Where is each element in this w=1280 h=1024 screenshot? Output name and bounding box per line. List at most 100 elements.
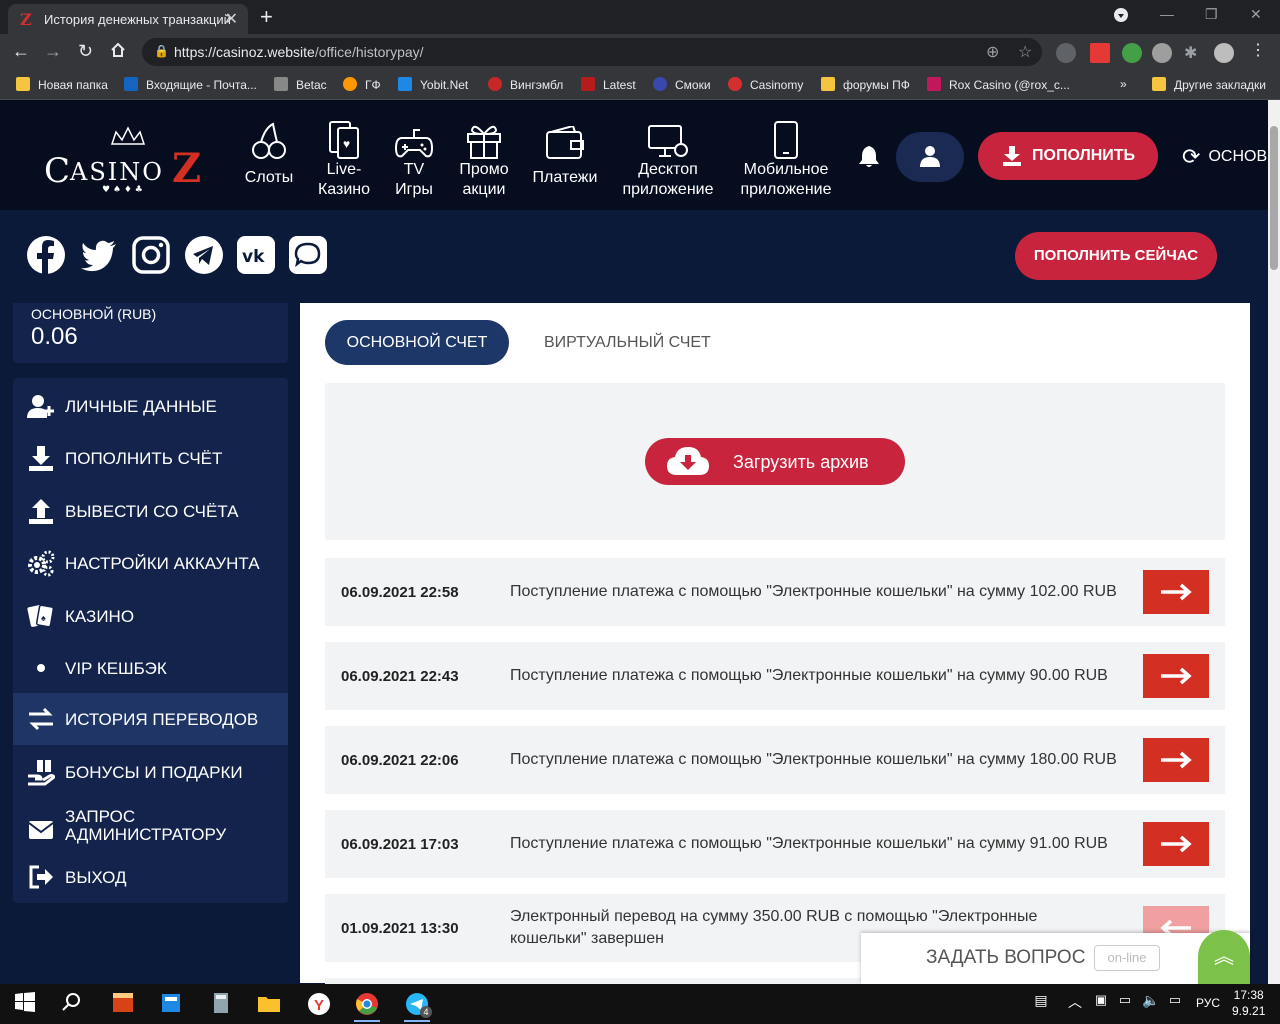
- other-bookmarks[interactable]: Другие закладки: [1152, 77, 1266, 92]
- home-icon[interactable]: [110, 42, 126, 61]
- transaction-date: 06.09.2021 22:43: [341, 668, 459, 685]
- media-app-icon[interactable]: [110, 992, 136, 1016]
- news-icon[interactable]: ▤: [1028, 992, 1054, 1016]
- browser-tab[interactable]: Z История денежных транзакций ✕: [8, 4, 248, 34]
- bookmark-item[interactable]: Входящие - Почта...: [124, 77, 257, 92]
- tray-icon[interactable]: ▣: [1088, 992, 1114, 1016]
- close-tab-icon[interactable]: ✕: [225, 9, 238, 29]
- sidebar-item-withdraw[interactable]: ВЫВЕСТИ СО СЧЁТА: [13, 485, 288, 537]
- bookmark-item[interactable]: форумы ПФ: [821, 77, 910, 92]
- ask-question-widget[interactable]: ЗАДАТЬ ВОПРОС on-line: [861, 933, 1250, 984]
- sidebar-item-casino[interactable]: ♠ КАЗИНО: [13, 590, 288, 642]
- transaction-details-button[interactable]: [1143, 738, 1209, 782]
- calc-icon[interactable]: [208, 992, 234, 1016]
- nav-promo[interactable]: Промо акции: [452, 114, 516, 200]
- nav-label: Live- Казино: [317, 161, 371, 198]
- bookmark-item[interactable]: Новая папка: [16, 77, 108, 92]
- chat-icon[interactable]: [289, 236, 327, 274]
- bookmark-item[interactable]: Betac: [274, 77, 327, 92]
- casino-z-logo[interactable]: C ASINO Z ♥ ♠ ♦ ♣: [44, 124, 214, 195]
- zoom-icon[interactable]: ⊕: [986, 42, 999, 62]
- facebook-icon[interactable]: [27, 236, 65, 274]
- forward-icon[interactable]: →: [44, 42, 62, 60]
- sidebar-item-bonuses[interactable]: БОНУСЫ И ПОДАРКИ: [13, 746, 288, 798]
- nav-live-casino[interactable]: ♥ Live- Казино: [310, 114, 378, 200]
- chrome-icon[interactable]: [354, 992, 380, 1022]
- volume-icon[interactable]: 🔈: [1138, 992, 1164, 1016]
- bell-icon[interactable]: [858, 144, 880, 174]
- gift-icon: [452, 114, 516, 160]
- sidebar-item-vip-cashback[interactable]: VIP КЕШБЭК: [13, 642, 288, 694]
- restore-icon[interactable]: ❐: [1205, 6, 1218, 23]
- sidebar-item-deposit[interactable]: ПОПОЛНИТЬ СЧЁТ: [13, 432, 288, 484]
- deposit-now-button[interactable]: ПОПОЛНИТЬ СЕЙЧАС: [1015, 232, 1217, 280]
- profile-dropdown-icon[interactable]: [1114, 8, 1128, 25]
- adblock-extension-icon[interactable]: [1152, 43, 1172, 63]
- chevron-up-icon[interactable]: ︽: [1198, 930, 1250, 984]
- deposit-button[interactable]: ПОПОЛНИТЬ: [978, 132, 1158, 180]
- nav-label: Десктоп приложение: [622, 161, 714, 198]
- bookmark-item[interactable]: ГФ: [343, 77, 381, 92]
- online-status-badge: on-line: [1094, 945, 1160, 971]
- sidebar-item-personal-data[interactable]: ЛИЧНЫЕ ДАННЫЕ: [13, 380, 288, 432]
- bookmark-item[interactable]: Latest: [581, 77, 636, 92]
- bookmark-item[interactable]: Смоки: [653, 77, 711, 92]
- tray-chevron-icon[interactable]: ︿: [1062, 992, 1088, 1016]
- upload-icon: [29, 499, 53, 524]
- download-archive-button[interactable]: Загрузить архив: [645, 438, 905, 485]
- telegram-app-icon[interactable]: 4: [404, 992, 432, 1022]
- nav-mobile-app[interactable]: Мобильное приложение: [732, 114, 840, 200]
- nav-tv-games[interactable]: TV Игры: [384, 114, 444, 200]
- sidebar-item-logout[interactable]: ВЫХОД: [13, 851, 288, 903]
- bookmark-star-icon[interactable]: ☆: [1018, 42, 1032, 62]
- vk-icon[interactable]: vk: [237, 236, 275, 274]
- nav-slots[interactable]: Слоты: [236, 114, 302, 188]
- browser-menu-icon[interactable]: ⋮: [1250, 40, 1270, 60]
- sidebar-item-account-settings[interactable]: НАСТРОЙКИ АККАУНТА: [13, 537, 288, 589]
- transaction-details-button[interactable]: [1143, 822, 1209, 866]
- bookmark-item[interactable]: Casinomy: [728, 77, 803, 92]
- bookmark-item[interactable]: Yobit.Net: [398, 77, 468, 92]
- extensions-puzzle-icon[interactable]: ✱: [1184, 43, 1204, 63]
- tab-virtual-account[interactable]: ВИРТУАЛЬНЫЙ СЧЕТ: [544, 334, 711, 352]
- back-icon[interactable]: ←: [12, 42, 30, 60]
- bookmark-item[interactable]: Rox Casino (@rox_c...: [927, 77, 1070, 92]
- close-window-icon[interactable]: ✕: [1250, 6, 1262, 23]
- bookmarks-overflow[interactable]: »: [1120, 77, 1127, 91]
- bookmark-item[interactable]: Вингэмбл: [488, 77, 563, 92]
- network-icon[interactable]: ▭: [1112, 992, 1138, 1016]
- globe-extension-icon[interactable]: [1056, 43, 1076, 63]
- yandex-browser-icon[interactable]: Y: [306, 992, 332, 1016]
- minimize-icon[interactable]: —: [1160, 6, 1174, 22]
- wallet-icon: [528, 114, 602, 160]
- reload-icon[interactable]: ↻: [78, 42, 93, 60]
- search-icon[interactable]: [58, 992, 84, 1016]
- transaction-date: 01.09.2021 13:30: [341, 920, 459, 937]
- avatar[interactable]: [1214, 43, 1234, 63]
- nav-payments[interactable]: Платежи: [528, 114, 602, 188]
- transaction-description: Поступление платежа с помощью "Электронн…: [510, 583, 1117, 600]
- green-extension-icon[interactable]: [1122, 43, 1142, 63]
- device-icon[interactable]: ▭: [1162, 992, 1188, 1016]
- telegram-icon[interactable]: [185, 236, 223, 274]
- scrollbar-thumb[interactable]: [1270, 126, 1278, 270]
- file-explorer-icon[interactable]: [256, 992, 282, 1016]
- calculator-app-icon[interactable]: [158, 992, 184, 1016]
- instagram-icon[interactable]: [132, 236, 170, 274]
- user-profile-button[interactable]: [896, 132, 964, 182]
- page-scrollbar[interactable]: [1268, 100, 1280, 984]
- new-tab-button[interactable]: +: [260, 4, 273, 30]
- address-bar[interactable]: 🔒 https://casinoz.website/office/history…: [142, 38, 1042, 66]
- sidebar-item-transfer-history[interactable]: ИСТОРИЯ ПЕРЕВОДОВ: [13, 693, 288, 745]
- transaction-details-button[interactable]: [1143, 654, 1209, 698]
- transaction-details-button[interactable]: [1143, 570, 1209, 614]
- nav-desktop-app[interactable]: Десктоп приложение: [614, 114, 722, 200]
- tab-main-account[interactable]: ОСНОВНОЙ СЧЕТ: [325, 320, 509, 365]
- balance-switch[interactable]: ⟳ ОСНОВ: [1182, 144, 1267, 170]
- windows-start-icon[interactable]: [12, 992, 38, 1016]
- desktop-icon: [614, 114, 722, 160]
- twitter-icon[interactable]: [80, 236, 118, 274]
- input-language[interactable]: РУС: [1196, 996, 1220, 1010]
- system-clock[interactable]: 17:38 9.9.21: [1232, 987, 1265, 1019]
- flag-extension-icon[interactable]: [1090, 43, 1110, 63]
